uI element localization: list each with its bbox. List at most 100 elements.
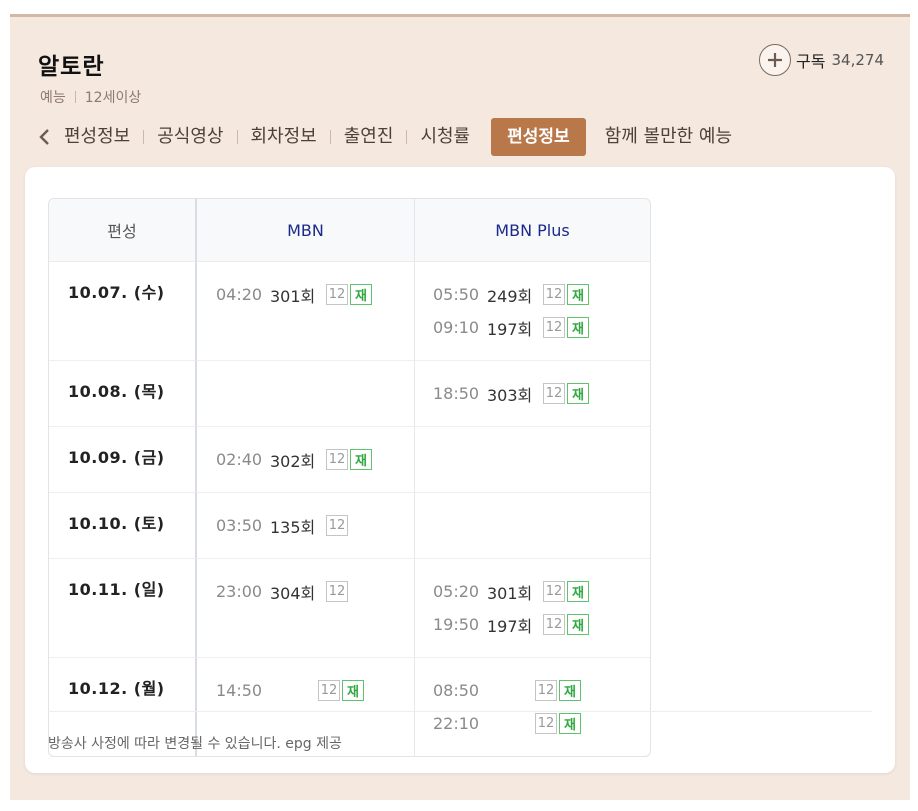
slot-time: 02:40: [216, 450, 263, 469]
rerun-badge: 재: [567, 614, 589, 635]
broadcast-slot: 14:50 12 재: [216, 674, 414, 707]
meta-divider: [74, 91, 76, 103]
program-rating: 12세이상: [84, 90, 142, 106]
schedule-table: 편성 MBN MBN Plus 10.07. (수) 04:20 301회 12 재 05…: [48, 198, 651, 757]
schedule-date: 10.10. (토): [49, 493, 197, 559]
program-genre: 예능: [40, 90, 66, 106]
tab-cast[interactable]: 출연진: [331, 117, 407, 157]
broadcast-slot: 04:20 301회 12 재: [216, 278, 414, 311]
schedule-cell-plus: [415, 427, 650, 493]
schedule-row: 10.10. (토) 03:50 135회 12: [49, 493, 650, 559]
slot-time: 14:50: [216, 681, 263, 700]
age-rating-badge: 12: [535, 680, 557, 701]
age-rating-badge: 12: [326, 284, 348, 305]
broadcast-slot: 02:40 302회 12 재: [216, 443, 414, 476]
slot-time: 19:50: [433, 615, 480, 634]
broadcast-slot: 19:50 197회 12 재: [433, 608, 650, 641]
rerun-badge: 재: [559, 713, 581, 734]
broadcast-slot: 05:50 249회 12 재: [433, 278, 650, 311]
rerun-badge: 재: [342, 680, 364, 701]
slot-time: 18:50: [433, 384, 480, 403]
broadcast-slot: 18:50 303회 12 재: [433, 377, 650, 410]
slot-episode: 301회: [487, 583, 533, 603]
schedule-notice: 방송사 사정에 따라 변경될 수 있습니다. epg 제공: [48, 736, 342, 752]
rerun-badge: 재: [567, 383, 589, 404]
broadcast-slot: 03:50 135회 12: [216, 509, 414, 542]
slot-time: 05:50: [433, 285, 480, 304]
age-rating-badge: 12: [543, 383, 565, 404]
slot-episode: 135회: [270, 517, 316, 537]
age-rating-badge: 12: [543, 317, 565, 338]
age-rating-badge: 12: [326, 581, 348, 602]
schedule-cell-mbn: 23:00 304회 12: [197, 559, 415, 658]
schedule-row: 10.08. (목) 18:50 303회 12 재: [49, 361, 650, 427]
tab-episodes[interactable]: 회차정보: [238, 117, 330, 157]
slot-episode: 197회: [487, 319, 533, 339]
schedule-date: 10.09. (금): [49, 427, 197, 493]
age-rating-badge: 12: [543, 614, 565, 635]
schedule-body: 10.07. (수) 04:20 301회 12 재 05:50 249회 12 재 09:10 1…: [49, 262, 650, 756]
tab-official-videos[interactable]: 공식영상: [144, 117, 236, 157]
rerun-badge: 재: [350, 284, 372, 305]
rerun-badge: 재: [559, 680, 581, 701]
schedule-date: 10.07. (수): [49, 262, 197, 361]
age-rating-badge: 12: [535, 713, 557, 734]
slot-episode: 302회: [270, 451, 316, 471]
slot-time: 23:00: [216, 582, 263, 601]
schedule-cell-plus: 05:20 301회 12 재 19:50 197회 12 재: [415, 559, 650, 658]
subscribe-label: 구독: [796, 52, 826, 71]
program-title: 알토란: [38, 54, 105, 80]
schedule-cell-mbn: 03:50 135회 12: [197, 493, 415, 559]
tab-related-shows[interactable]: 함께 볼만한 예능: [592, 117, 745, 157]
schedule-cell-plus: 05:50 249회 12 재 09:10 197회 12 재: [415, 262, 650, 361]
header-mbn: MBN: [197, 199, 415, 262]
schedule-cell-plus: 18:50 303회 12 재: [415, 361, 650, 427]
broadcast-slot: 09:10 197회 12 재: [433, 311, 650, 344]
notice-divider: [48, 711, 872, 712]
schedule-date: 10.11. (일): [49, 559, 197, 658]
broadcast-slot: 23:00 304회 12: [216, 575, 414, 608]
schedule-cell-mbn: 04:20 301회 12 재: [197, 262, 415, 361]
rerun-badge: 재: [567, 317, 589, 338]
slot-time: 09:10: [433, 318, 480, 337]
header-mbn-plus: MBN Plus: [415, 199, 650, 262]
schedule-row: 10.09. (금) 02:40 302회 12 재: [49, 427, 650, 493]
schedule-row: 10.11. (일) 23:00 304회 12 05:20 301회 12 재 19:50 19…: [49, 559, 650, 658]
slot-episode: 303회: [487, 385, 533, 405]
tab-label: 편성정보: [64, 126, 131, 147]
rerun-badge: 재: [350, 449, 372, 470]
age-rating-badge: 12: [326, 449, 348, 470]
program-info-panel: 알토란 예능 12세이상 구독 34,274 편성정보 공식영상 회차정보 출연…: [10, 14, 910, 800]
slot-time: 03:50: [216, 516, 263, 535]
slot-episode: 197회: [487, 616, 533, 636]
schedule-date: 10.08. (목): [49, 361, 197, 427]
plus-icon: [759, 44, 792, 76]
slot-time: 22:10: [433, 714, 480, 733]
age-rating-badge: 12: [318, 680, 340, 701]
age-rating-badge: 12: [543, 284, 565, 305]
schedule-cell-plus: [415, 493, 650, 559]
tab-schedule[interactable]: 편성정보: [491, 118, 586, 156]
slot-time: 05:20: [433, 582, 480, 601]
chevron-left-icon: [39, 129, 49, 145]
subscriber-count: 34,274: [831, 51, 885, 69]
schedule-cell-plus: 08:50 12 재 22:10 12 재: [415, 658, 650, 756]
slot-episode: 249회: [487, 286, 533, 306]
rerun-badge: 재: [567, 581, 589, 602]
slot-time: 08:50: [433, 681, 480, 700]
schedule-card: 편성 MBN MBN Plus 10.07. (수) 04:20 301회 12 재 05…: [25, 167, 895, 773]
age-rating-badge: 12: [543, 581, 565, 602]
schedule-row: 10.07. (수) 04:20 301회 12 재 05:50 249회 12 재 09:10 1…: [49, 262, 650, 361]
slot-time: 04:20: [216, 285, 263, 304]
tab-ratings[interactable]: 시청률: [407, 117, 483, 157]
schedule-cell-mbn: 02:40 302회 12 재: [197, 427, 415, 493]
broadcast-slot: 08:50 12 재: [433, 674, 650, 707]
subscribe-button[interactable]: 구독 34,274: [759, 44, 884, 76]
broadcast-slot: 05:20 301회 12 재: [433, 575, 650, 608]
tab-schedule-partial[interactable]: 편성정보: [54, 117, 143, 157]
rerun-badge: 재: [567, 284, 589, 305]
slot-episode: 301회: [270, 286, 316, 306]
header-date: 편성: [49, 199, 197, 262]
schedule-cell-mbn: [197, 361, 415, 427]
program-meta: 예능 12세이상: [40, 87, 141, 107]
